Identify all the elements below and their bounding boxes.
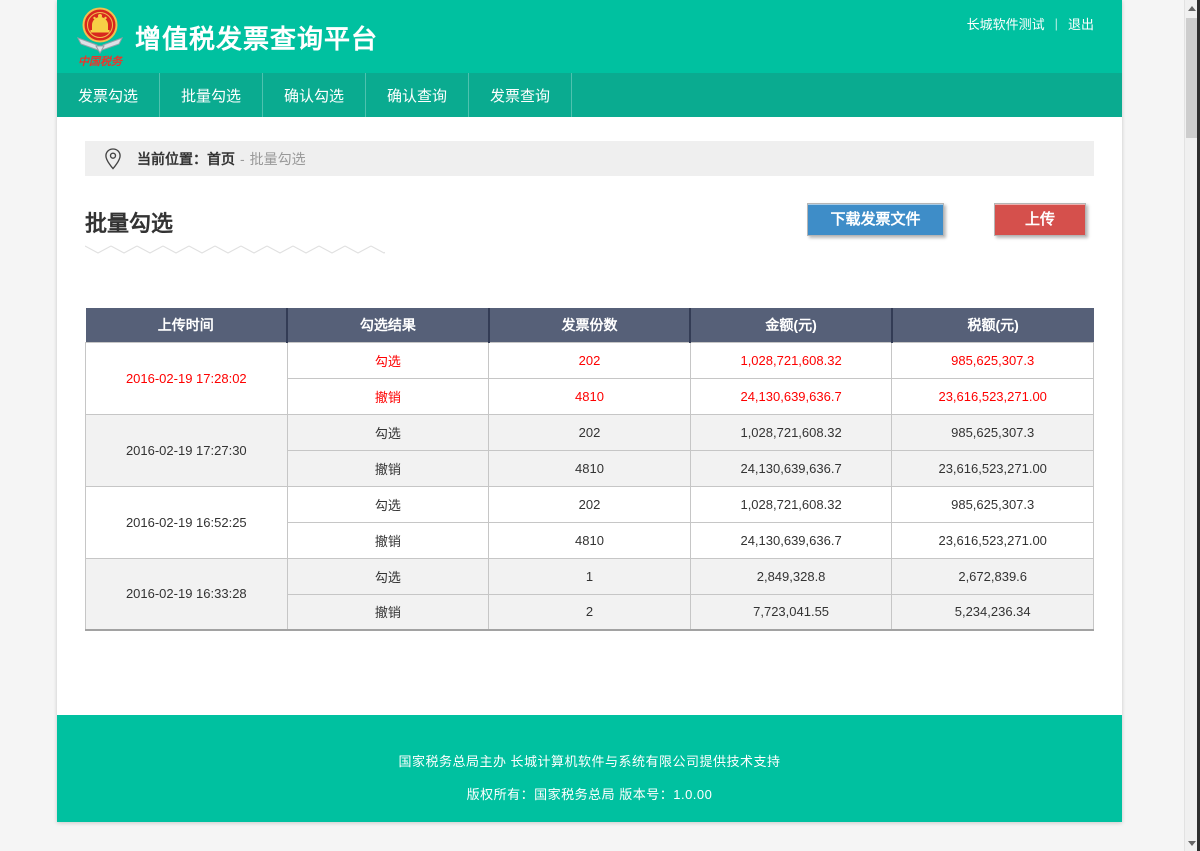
user-links: 长城软件测试 | 退出: [967, 14, 1094, 33]
content-column: 中国税务 增值税发票查询平台 长城软件测试 | 退出 发票勾选批量勾选确认勾选确…: [57, 0, 1122, 822]
column-header: 上传时间: [86, 308, 288, 342]
amount-cell: 1,028,721,608.32: [690, 414, 892, 450]
column-header: 勾选结果: [287, 308, 489, 342]
result-cell: 撤销: [287, 378, 489, 414]
tax-cell: 985,625,307.3: [892, 342, 1094, 378]
table-row: 2016-02-19 16:52:25勾选2021,028,721,608.32…: [86, 486, 1094, 522]
tax-cell: 23,616,523,271.00: [892, 522, 1094, 558]
column-header: 金额(元): [690, 308, 892, 342]
table-row: 2016-02-19 17:27:30勾选2021,028,721,608.32…: [86, 414, 1094, 450]
site-title: 增值税发票查询平台: [135, 19, 378, 56]
amount-cell: 2,849,328.8: [690, 558, 892, 594]
user-name-link[interactable]: 长城软件测试: [967, 14, 1045, 33]
title-row: 批量勾选 下载发票文件 上传: [85, 203, 1094, 239]
count-cell: 202: [489, 414, 691, 450]
scrollbar-thumb[interactable]: [1186, 18, 1197, 138]
nav-item-确认勾选[interactable]: 确认勾选: [263, 73, 366, 117]
result-cell: 勾选: [287, 558, 489, 594]
amount-cell: 7,723,041.55: [690, 594, 892, 630]
tax-cell: 985,625,307.3: [892, 414, 1094, 450]
svg-text:中国税务: 中国税务: [78, 55, 124, 68]
result-cell: 勾选: [287, 414, 489, 450]
upload-time-cell: 2016-02-19 16:52:25: [86, 486, 288, 558]
nav-item-发票查询[interactable]: 发票查询: [469, 73, 572, 117]
amount-cell: 1,028,721,608.32: [690, 486, 892, 522]
download-invoice-file-button[interactable]: 下载发票文件: [807, 203, 944, 236]
amount-cell: 24,130,639,636.7: [690, 378, 892, 414]
count-cell: 2: [489, 594, 691, 630]
upload-time-cell: 2016-02-19 16:33:28: [86, 558, 288, 630]
result-cell: 撤销: [287, 522, 489, 558]
result-cell: 撤销: [287, 450, 489, 486]
nav-item-批量勾选[interactable]: 批量勾选: [160, 73, 263, 117]
zigzag-divider: [85, 243, 385, 256]
location-pin-icon: [103, 147, 123, 171]
breadcrumb-current: 批量勾选: [250, 149, 306, 169]
breadcrumb-prefix: 当前位置：首页: [137, 149, 235, 169]
nav-item-发票勾选[interactable]: 发票勾选: [57, 73, 160, 117]
site-footer: 国家税务总局主办 长城计算机软件与系统有限公司提供技术支持 版权所有：国家税务总…: [57, 715, 1122, 822]
tax-cell: 23,616,523,271.00: [892, 450, 1094, 486]
table-header-row: 上传时间勾选结果发票份数金额(元)税额(元): [86, 308, 1094, 342]
upload-time-cell: 2016-02-19 17:27:30: [86, 414, 288, 486]
count-cell: 202: [489, 342, 691, 378]
china-tax-emblem-icon: 中国税务: [75, 5, 125, 69]
count-cell: 4810: [489, 450, 691, 486]
batch-selection-table: 上传时间勾选结果发票份数金额(元)税额(元) 2016-02-19 17:28:…: [85, 308, 1094, 631]
tax-cell: 23,616,523,271.00: [892, 378, 1094, 414]
amount-cell: 24,130,639,636.7: [690, 522, 892, 558]
main-nav: 发票勾选批量勾选确认勾选确认查询发票查询: [57, 73, 1122, 117]
page-title: 批量勾选: [85, 206, 173, 238]
column-header: 发票份数: [489, 308, 691, 342]
breadcrumb: 当前位置：首页 - 批量勾选: [85, 141, 1094, 176]
count-cell: 202: [489, 486, 691, 522]
footer-line1: 国家税务总局主办 长城计算机软件与系统有限公司提供技术支持: [57, 751, 1122, 770]
amount-cell: 1,028,721,608.32: [690, 342, 892, 378]
table-row: 2016-02-19 17:28:02勾选2021,028,721,608.32…: [86, 342, 1094, 378]
upload-button[interactable]: 上传: [994, 203, 1086, 236]
logout-link[interactable]: 退出: [1068, 14, 1094, 33]
tax-cell: 985,625,307.3: [892, 486, 1094, 522]
result-cell: 撤销: [287, 594, 489, 630]
table-body: 2016-02-19 17:28:02勾选2021,028,721,608.32…: [86, 342, 1094, 630]
tax-cell: 2,672,839.6: [892, 558, 1094, 594]
table-row: 2016-02-19 16:33:28勾选12,849,328.82,672,8…: [86, 558, 1094, 594]
breadcrumb-dash: -: [240, 151, 245, 167]
user-separator: |: [1055, 16, 1058, 31]
count-cell: 4810: [489, 522, 691, 558]
page: 中国税务 增值税发票查询平台 长城软件测试 | 退出 发票勾选批量勾选确认勾选确…: [0, 0, 1200, 851]
footer-line2: 版权所有：国家税务总局 版本号：1.0.00: [57, 784, 1122, 803]
tax-cell: 5,234,236.34: [892, 594, 1094, 630]
count-cell: 1: [489, 558, 691, 594]
upload-time-cell: 2016-02-19 17:28:02: [86, 342, 288, 414]
table-head: 上传时间勾选结果发票份数金额(元)税额(元): [86, 308, 1094, 342]
result-cell: 勾选: [287, 486, 489, 522]
vertical-scrollbar[interactable]: [1184, 0, 1197, 851]
amount-cell: 24,130,639,636.7: [690, 450, 892, 486]
count-cell: 4810: [489, 378, 691, 414]
column-header: 税额(元): [892, 308, 1094, 342]
nav-item-确认查询[interactable]: 确认查询: [366, 73, 469, 117]
site-header: 中国税务 增值税发票查询平台 长城软件测试 | 退出: [57, 0, 1122, 73]
result-cell: 勾选: [287, 342, 489, 378]
main-area: 当前位置：首页 - 批量勾选 批量勾选 下载发票文件 上传 上传时间: [57, 117, 1122, 715]
